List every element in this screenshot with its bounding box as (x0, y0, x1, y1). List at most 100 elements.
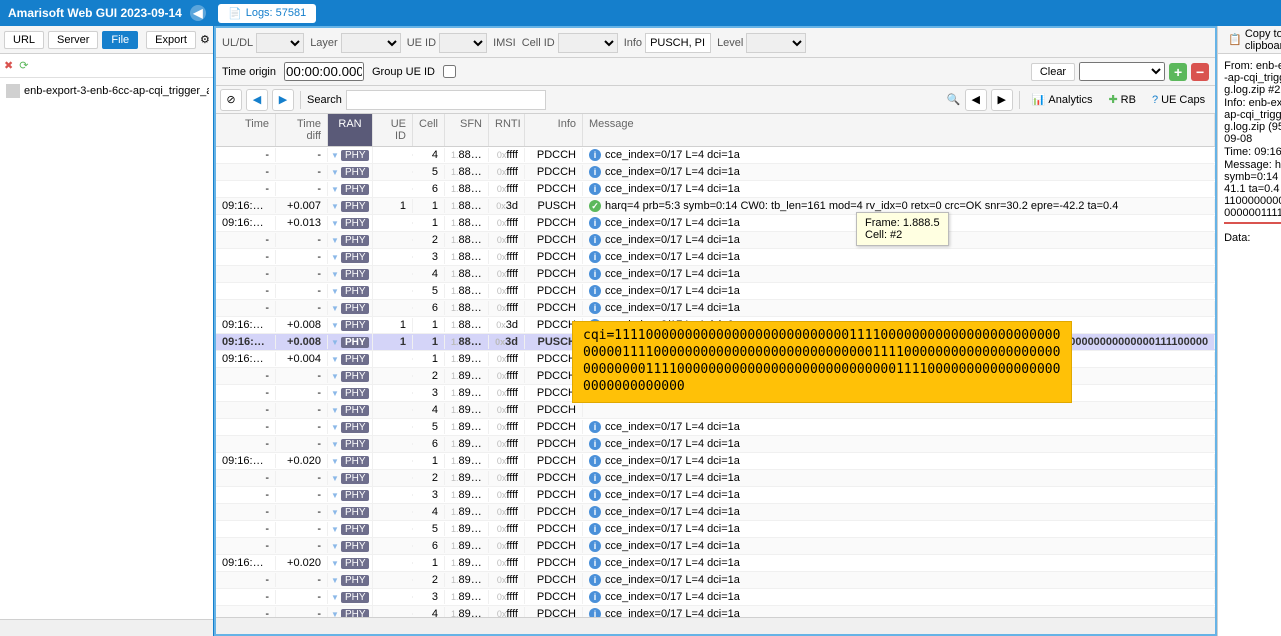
ueid-select[interactable] (439, 33, 487, 53)
h-scrollbar-center[interactable] (216, 617, 1215, 634)
arrow-down-icon (331, 320, 339, 330)
phy-badge: PHY (341, 337, 369, 348)
phy-badge: PHY (341, 184, 369, 195)
info-label: Info (624, 37, 642, 49)
copy-clipboard-link[interactable]: 📋Copy to clipboard (1222, 26, 1281, 55)
info-input[interactable] (645, 33, 711, 53)
table-row[interactable]: --PHY41.894.50xffffPDCCHicce_index=0/17 … (216, 606, 1215, 617)
search-next-icon[interactable]: ▶ (991, 89, 1013, 111)
arrow-down-icon (331, 422, 339, 432)
phy-badge: PHY (341, 592, 369, 603)
table-row[interactable]: --PHY31.894.50xffffPDCCHicce_index=0/17 … (216, 589, 1215, 606)
table-row[interactable]: --PHY41.888.50xffffPDCCHicce_index=0/17 … (216, 266, 1215, 283)
table-row[interactable]: --PHY51.892.50xffffPDCCHicce_index=0/17 … (216, 521, 1215, 538)
table-row[interactable]: --PHY61.886.50xffffPDCCHicce_index=0/17 … (216, 181, 1215, 198)
file-button[interactable]: File (102, 31, 138, 49)
info-icon: i (589, 421, 601, 433)
tab-label: Logs: 57581 (246, 7, 307, 19)
level-select[interactable] (746, 33, 806, 53)
settings-icon[interactable]: ⚙ (200, 33, 210, 47)
table-row[interactable]: --PHY21.888.50xffffPDCCHicce_index=0/17 … (216, 232, 1215, 249)
time-origin-label: Time origin (222, 66, 276, 78)
table-row[interactable]: --PHY31.888.50xffffPDCCHicce_index=0/17 … (216, 249, 1215, 266)
tab-logs[interactable]: 📄 Logs: 57581 (218, 4, 316, 23)
export-button[interactable]: Export (146, 31, 196, 49)
group-ueid-checkbox[interactable] (443, 65, 456, 78)
table-row[interactable]: --PHY61.892.50xffffPDCCHicce_index=0/17 … (216, 538, 1215, 555)
table-row[interactable]: 09:16:15.207+0.020PHY11.892.50xffffPDCCH… (216, 453, 1215, 470)
table-row[interactable]: --PHY41.890.50xffffPDCCH (216, 402, 1215, 419)
phy-badge: PHY (341, 439, 369, 450)
uecaps-label: UE Caps (1161, 94, 1205, 106)
table-row[interactable]: --PHY61.890.50xffffPDCCHicce_index=0/17 … (216, 436, 1215, 453)
table-row[interactable]: --PHY51.886.50xffffPDCCHicce_index=0/17 … (216, 164, 1215, 181)
nav-stop-icon[interactable]: ⊘ (220, 89, 242, 111)
col-time[interactable]: Time (216, 114, 276, 146)
time-origin-input[interactable] (284, 62, 364, 81)
preset-select[interactable] (1079, 62, 1165, 81)
close-icon[interactable]: ✖ (4, 59, 13, 72)
col-cell[interactable]: Cell (413, 114, 445, 146)
file-item[interactable]: enb-export-3-enb-6cc-ap-cqi_trigger_arbT… (4, 82, 209, 100)
table-row[interactable]: --PHY51.888.50xffffPDCCHicce_index=0/17 … (216, 283, 1215, 300)
binoculars-icon[interactable]: 🔍 (947, 93, 961, 107)
analytics-link[interactable]: 📊Analytics (1026, 90, 1099, 109)
arrow-down-icon (331, 235, 339, 245)
rtime-label: Time: (1224, 146, 1251, 158)
add-icon[interactable]: + (1169, 63, 1187, 81)
info-icon: i (589, 149, 601, 161)
table-row[interactable]: --PHY31.892.50xffffPDCCHicce_index=0/17 … (216, 487, 1215, 504)
col-ran[interactable]: RAN (328, 114, 373, 146)
refresh-icon[interactable]: ⟳ (19, 59, 28, 72)
remove-icon[interactable]: − (1191, 63, 1209, 81)
arrow-down-icon (331, 201, 339, 211)
table-row[interactable]: --PHY41.886.50xffffPDCCHicce_index=0/17 … (216, 147, 1215, 164)
phy-badge: PHY (341, 405, 369, 416)
search-label: Search (307, 94, 342, 106)
file-name-label: enb-export-3-enb-6cc-ap-cqi_trigger_arbT… (24, 85, 209, 97)
table-row[interactable]: --PHY41.892.50xffffPDCCHicce_index=0/17 … (216, 504, 1215, 521)
col-tdiff[interactable]: Time diff (276, 114, 328, 146)
table-row[interactable]: --PHY21.894.50xffffPDCCHicce_index=0/17 … (216, 572, 1215, 589)
layer-label: Layer (310, 37, 338, 49)
uldl-select[interactable] (256, 33, 304, 53)
rb-link[interactable]: ✚RB (1102, 90, 1142, 109)
rinfo-label: Info: (1224, 97, 1245, 109)
table-row[interactable]: --PHY51.890.50xffffPDCCHicce_index=0/17 … (216, 419, 1215, 436)
rdata-label: Data: (1224, 232, 1250, 244)
col-ueid[interactable]: UE ID (373, 114, 413, 146)
table-row[interactable]: --PHY21.892.50xffffPDCCHicce_index=0/17 … (216, 470, 1215, 487)
table-row[interactable]: 09:16:15.227+0.020PHY11.894.50xffffPDCCH… (216, 555, 1215, 572)
url-button[interactable]: URL (4, 31, 44, 49)
clear-button[interactable]: Clear (1031, 63, 1075, 81)
search-prev-icon[interactable]: ◀ (965, 89, 987, 111)
collapse-left-icon[interactable]: ◀ (190, 5, 206, 21)
uecaps-link[interactable]: ?UE Caps (1146, 91, 1211, 109)
h-scrollbar-left[interactable] (0, 619, 213, 636)
col-rnti[interactable]: RNTI (489, 114, 525, 146)
layer-select[interactable] (341, 33, 401, 53)
arrow-down-icon (331, 337, 339, 347)
col-info[interactable]: Info (525, 114, 583, 146)
table-row[interactable]: --PHY61.888.50xffffPDCCHicce_index=0/17 … (216, 300, 1215, 317)
info-icon: i (589, 234, 601, 246)
phy-badge: PHY (341, 422, 369, 433)
arrow-down-icon (331, 439, 339, 449)
table-row[interactable]: 09:16:15.154+0.007PHY111.886.80x3dPUSCH✓… (216, 198, 1215, 215)
arrow-down-icon (331, 609, 339, 617)
arrow-down-icon (331, 150, 339, 160)
nav-forward-icon[interactable]: ▶ (272, 89, 294, 111)
col-sfn[interactable]: SFN (445, 114, 489, 146)
cellid-select[interactable] (558, 33, 618, 53)
arrow-down-icon (331, 507, 339, 517)
server-button[interactable]: Server (48, 31, 98, 49)
search-input[interactable] (346, 90, 546, 110)
arrow-down-icon (331, 184, 339, 194)
nav-back-icon[interactable]: ◀ (246, 89, 268, 111)
col-msg[interactable]: Message (583, 114, 1215, 146)
arrow-down-icon (331, 541, 339, 551)
arrow-down-icon (331, 575, 339, 585)
rmsg-label: Message: (1224, 159, 1272, 171)
phy-badge: PHY (341, 507, 369, 518)
table-row[interactable]: 09:16:15.167+0.013PHY11.888.50xffffPDCCH… (216, 215, 1215, 232)
